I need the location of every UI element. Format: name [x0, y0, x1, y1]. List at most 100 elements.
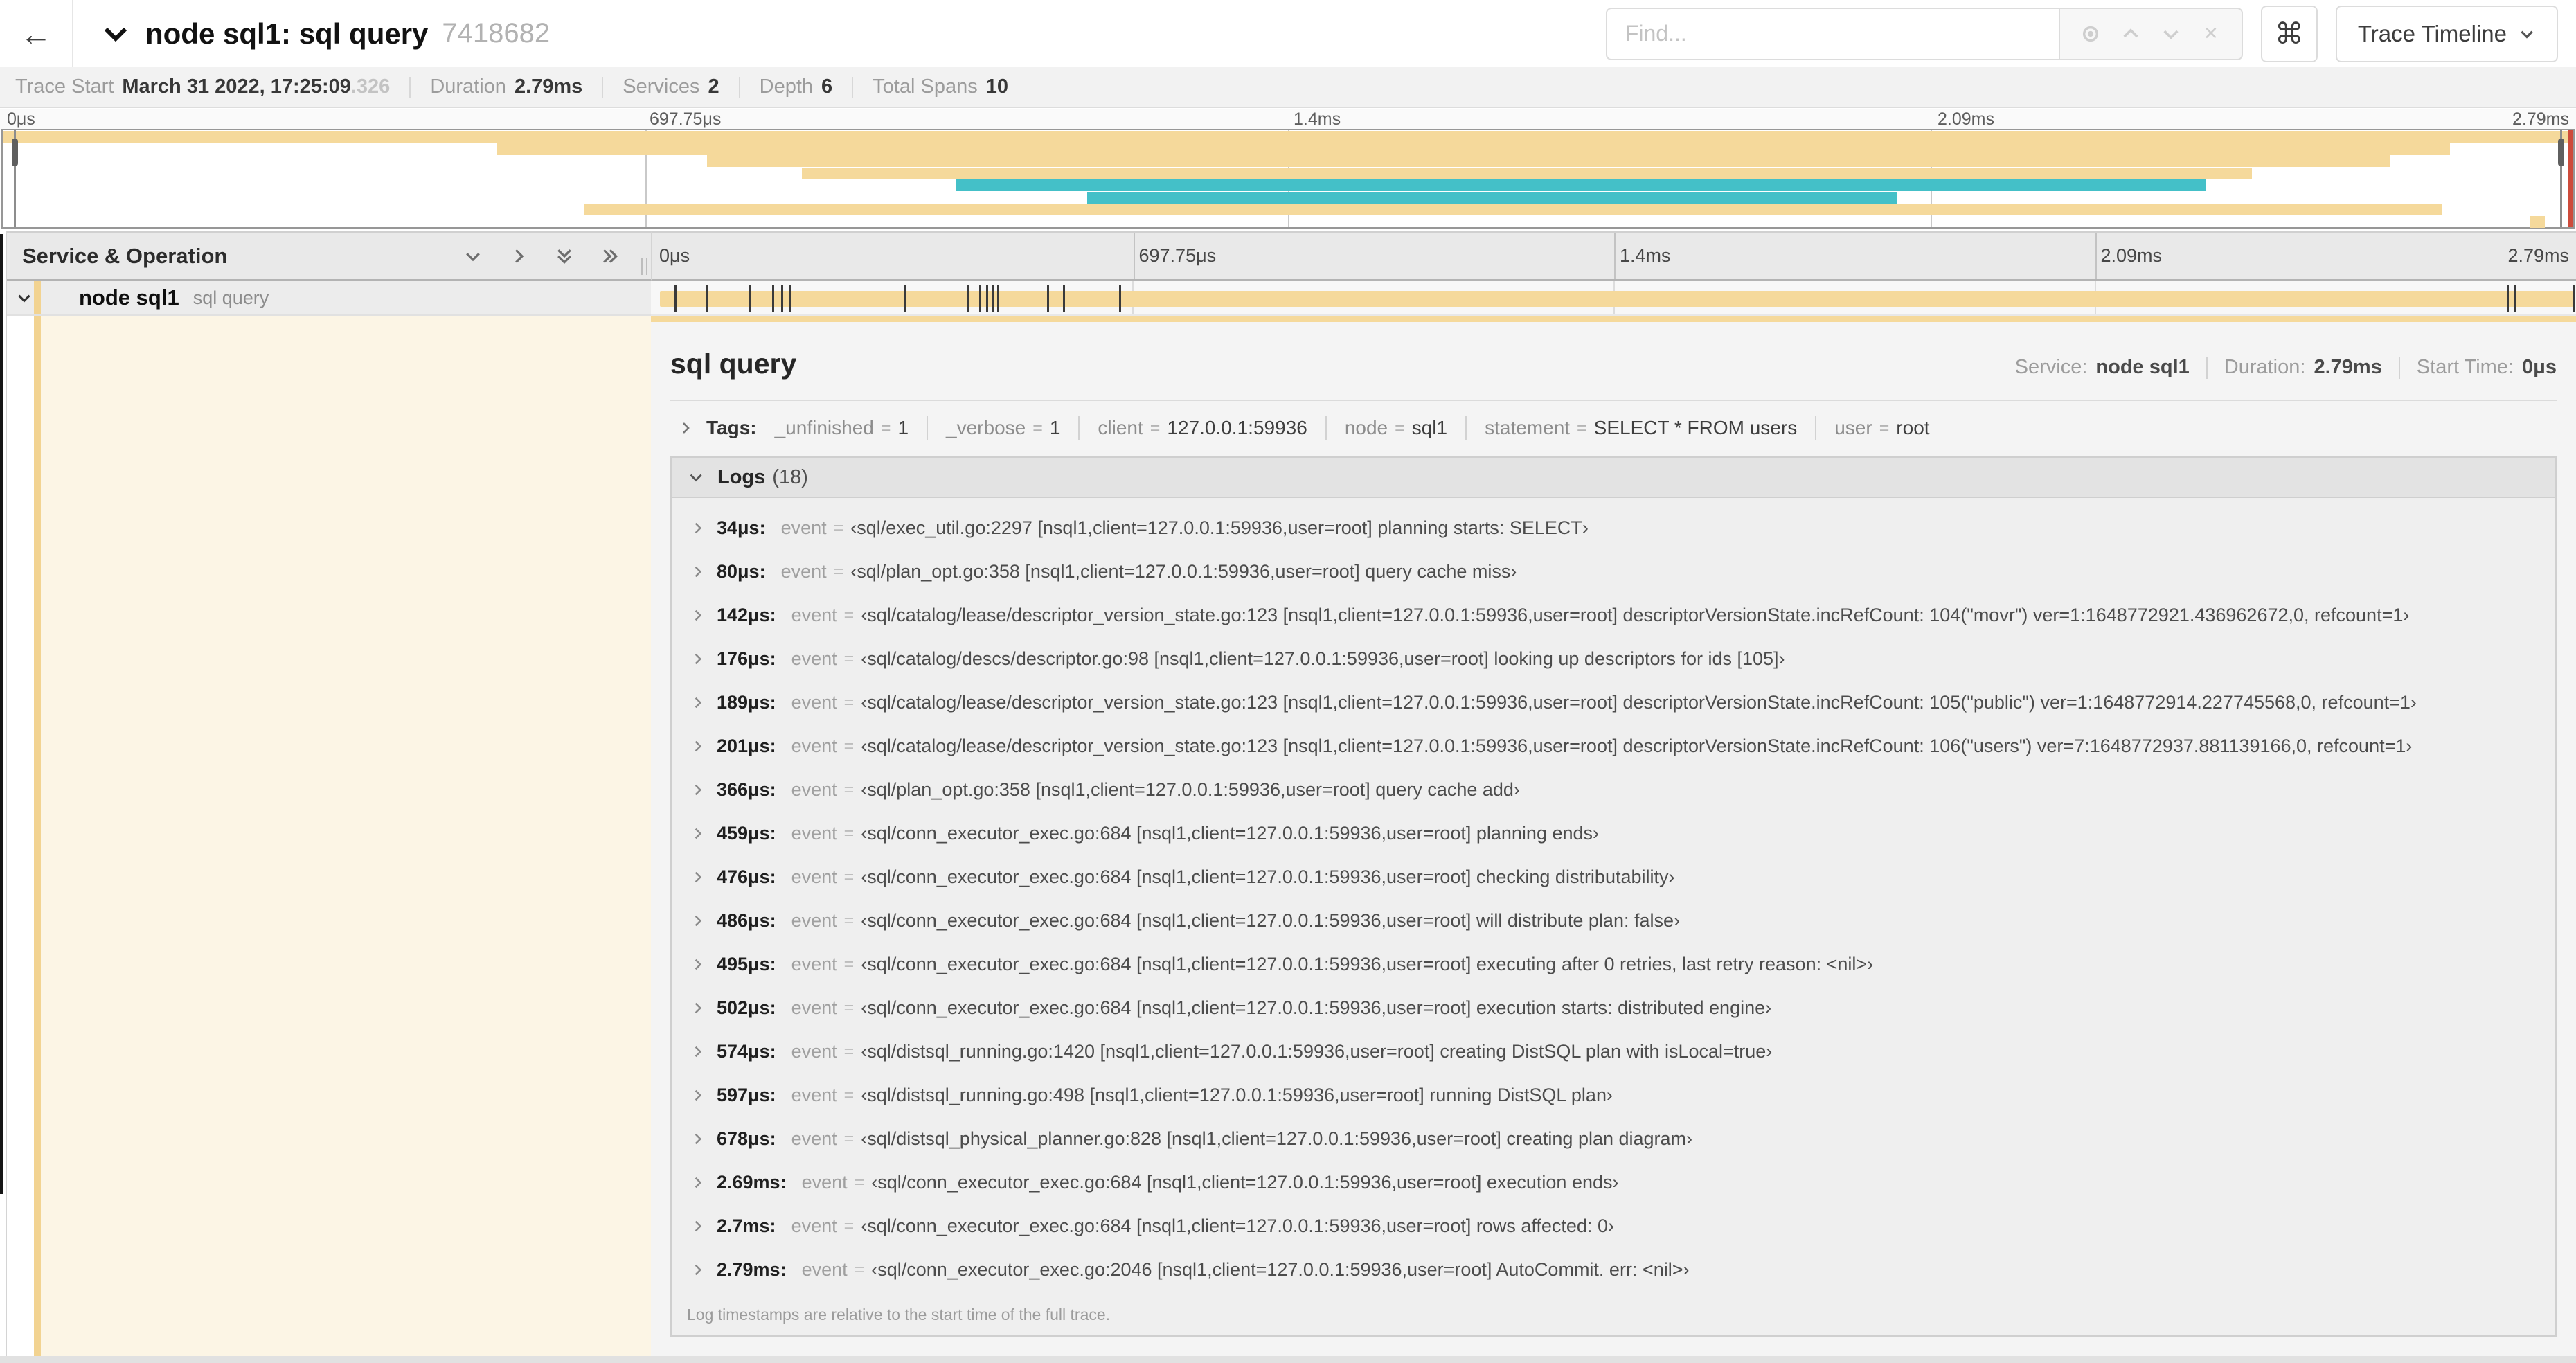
- log-event-marker[interactable]: [789, 285, 792, 312]
- service-color-strip: [34, 316, 41, 1356]
- log-entry-row[interactable]: 176μs: event = ‹sql/catalog/descs/descripto…: [672, 637, 2555, 681]
- log-event-marker[interactable]: [997, 285, 1000, 312]
- page-header: ← node sql1: sql query 7418682 Find... ×…: [0, 0, 2576, 67]
- log-event-key: event: [791, 648, 837, 669]
- log-entry-row[interactable]: 201μs: event = ‹sql/catalog/lease/descripto…: [672, 724, 2555, 768]
- log-event-key: event: [791, 997, 837, 1018]
- trace-view-dropdown[interactable]: Trace Timeline: [2335, 5, 2558, 62]
- log-entry-row[interactable]: 597μs: event = ‹sql/distsql_running.go:498 …: [672, 1074, 2555, 1117]
- clear-find-icon[interactable]: ×: [2193, 16, 2229, 52]
- log-entry-row[interactable]: 459μs: event = ‹sql/conn_executor_exec.go:6…: [672, 812, 2555, 855]
- span-row-timeline-cell[interactable]: [651, 281, 2576, 316]
- tag-key: user: [1834, 417, 1872, 438]
- chevron-right-icon: [695, 784, 702, 796]
- log-event-value: ‹sql/catalog/descs/descriptor.go:98 [nsq…: [861, 648, 1785, 669]
- log-timestamp: 2.79ms:: [717, 1259, 787, 1280]
- log-event-marker[interactable]: [772, 285, 775, 312]
- focus-match-icon[interactable]: [2073, 16, 2109, 52]
- log-equals: =: [843, 954, 855, 974]
- collapse-one-chevron-down-icon[interactable]: [463, 246, 483, 267]
- next-result-icon[interactable]: [2153, 16, 2189, 52]
- grid-line: [1614, 233, 1616, 279]
- minimap-span-bar: [802, 167, 2252, 179]
- column-resize-grip[interactable]: [641, 258, 2570, 275]
- log-entry-row[interactable]: 142μs: event = ‹sql/catalog/lease/descripto…: [672, 594, 2555, 637]
- log-entry-row[interactable]: 2.7ms: event = ‹sql/conn_executor_exec.go:6…: [672, 1204, 2555, 1248]
- chevron-right-icon: [695, 1220, 702, 1232]
- tag-value: 1: [1049, 417, 1061, 438]
- summary-separator: [852, 76, 854, 98]
- log-event-marker[interactable]: [903, 285, 906, 312]
- log-entry-row[interactable]: 476μs: event = ‹sql/conn_executor_exec.go:6…: [672, 855, 2555, 899]
- log-event-marker[interactable]: [1118, 285, 1121, 312]
- minimap-canvas[interactable]: [1, 129, 2575, 229]
- minimap-span-bar: [707, 155, 2391, 167]
- span-detail-header: sql query Service: node sql1 Duration: 2…: [670, 348, 2557, 380]
- log-entry-row[interactable]: 678μs: event = ‹sql/distsql_physical_planne…: [672, 1117, 2555, 1161]
- log-equals: =: [843, 780, 855, 799]
- log-event-marker[interactable]: [1062, 285, 1065, 312]
- log-timestamp: 80μs:: [717, 561, 766, 582]
- log-event-value: ‹sql/conn_executor_exec.go:684 [nsql1,cl…: [861, 910, 1680, 931]
- back-button[interactable]: ←: [0, 0, 73, 67]
- log-entry-row[interactable]: 2.69ms: event = ‹sql/conn_executor_exec.go:…: [672, 1161, 2555, 1204]
- log-event-marker[interactable]: [1046, 285, 1049, 312]
- log-event-marker[interactable]: [781, 285, 784, 312]
- span-collapse-chevron-down-icon[interactable]: [15, 289, 33, 307]
- log-entry-row[interactable]: 189μs: event = ‹sql/catalog/lease/descripto…: [672, 681, 2555, 724]
- tag-equals: =: [880, 418, 891, 438]
- back-arrow-icon: ←: [20, 15, 52, 52]
- span-row-name-cell[interactable]: node sql1 sql query: [7, 281, 651, 316]
- log-entry-row[interactable]: 486μs: event = ‹sql/conn_executor_exec.go:6…: [672, 899, 2555, 943]
- log-timestamp: 597μs:: [717, 1085, 776, 1105]
- log-event-value: ‹sql/distsql_running.go:1420 [nsql1,clie…: [861, 1041, 1773, 1062]
- log-entry-row[interactable]: 495μs: event = ‹sql/conn_executor_exec.go:6…: [672, 943, 2555, 986]
- viewing-range-red-edge[interactable]: [2568, 130, 2573, 227]
- previous-result-icon[interactable]: [2113, 16, 2149, 52]
- log-event-marker[interactable]: [2572, 285, 2575, 312]
- log-event-marker[interactable]: [706, 285, 708, 312]
- chevron-right-icon: [695, 828, 702, 839]
- log-event-marker[interactable]: [992, 285, 995, 312]
- chevron-right-icon: [695, 1264, 702, 1276]
- log-entry-row[interactable]: 502μs: event = ‹sql/conn_executor_exec.go:6…: [672, 986, 2555, 1030]
- duration-value: 2.79ms: [2314, 356, 2382, 378]
- span-duration-bar[interactable]: [659, 291, 2573, 307]
- log-event-marker[interactable]: [2514, 285, 2516, 312]
- trace-title-chevron-down-icon[interactable]: [101, 19, 130, 48]
- log-entry-row[interactable]: 574μs: event = ‹sql/distsql_running.go:1420…: [672, 1030, 2555, 1074]
- tag-equals: =: [1150, 418, 1161, 438]
- timeline-scrollbar-thumb[interactable]: [0, 234, 3, 1194]
- log-entry-row[interactable]: 34μs: event = ‹sql/exec_util.go:2297 [nsql1…: [672, 506, 2555, 550]
- keyboard-shortcuts-button[interactable]: ⌘: [2260, 5, 2318, 62]
- log-event-marker[interactable]: [986, 285, 989, 312]
- log-event-marker[interactable]: [979, 285, 982, 312]
- summary-item-value: March 31 2022, 17:25:09.326: [122, 75, 391, 98]
- log-event-marker[interactable]: [2507, 285, 2510, 312]
- log-event-marker[interactable]: [749, 285, 751, 312]
- timeline-scrollbar-track[interactable]: [0, 231, 7, 1356]
- log-timestamp: 476μs:: [717, 866, 776, 887]
- tags-accordion[interactable]: Tags: _unfinished = 1 _verbose = 1 client = 127.…: [670, 412, 2557, 444]
- log-event-key: event: [791, 692, 837, 713]
- tag-equals: =: [1395, 418, 1405, 438]
- chevron-right-icon: [695, 871, 702, 883]
- log-entry-row[interactable]: 366μs: event = ‹sql/plan_opt.go:358 [nsql1,…: [672, 768, 2555, 812]
- log-event-marker[interactable]: [967, 285, 970, 312]
- log-entry-row[interactable]: 2.79ms: event = ‹sql/conn_executor_exec.go:…: [672, 1248, 2555, 1292]
- log-entry-row[interactable]: 80μs: event = ‹sql/plan_opt.go:358 [nsql1,c…: [672, 550, 2555, 594]
- viewing-range-right-grip[interactable]: [2558, 139, 2564, 166]
- expand-one-chevron-right-icon[interactable]: [508, 246, 529, 267]
- log-event-marker[interactable]: [674, 285, 677, 312]
- expand-all-double-chevron-right-icon[interactable]: [600, 246, 620, 267]
- logs-accordion-header[interactable]: Logs (18): [672, 458, 2555, 498]
- viewing-range-left-grip[interactable]: [12, 139, 18, 166]
- find-input[interactable]: [1605, 7, 2059, 60]
- log-timestamp: 2.7ms:: [717, 1215, 776, 1236]
- log-timestamp: 189μs:: [717, 692, 776, 713]
- collapse-all-double-chevron-down-icon[interactable]: [554, 246, 575, 267]
- find-result-buttons: ×: [2058, 7, 2243, 60]
- log-event-key: event: [791, 1128, 837, 1149]
- log-event-value: ‹sql/catalog/lease/descriptor_version_st…: [861, 736, 2413, 756]
- chevron-right-icon: [695, 697, 702, 709]
